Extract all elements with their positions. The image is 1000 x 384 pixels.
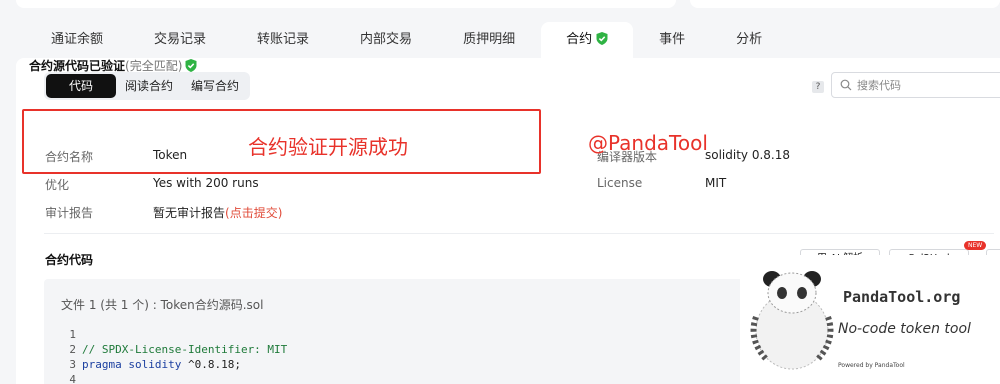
audit-label: 审计报告: [45, 206, 94, 220]
tab-label: 质押明细: [463, 32, 516, 47]
audit-status: 暂无审计报告: [153, 206, 226, 220]
top-card-right: [690, 0, 1000, 8]
code-line: 1: [62, 327, 287, 342]
audit-value: 暂无审计报告(点击提交): [153, 204, 282, 221]
code-text: ^0.8.18;: [181, 358, 241, 371]
tab-transfers[interactable]: 转账记录: [232, 22, 334, 58]
verified-shield-icon: [596, 32, 608, 45]
file-info: 文件 1 (共 1 个) : Token合约源码.sol: [61, 298, 264, 312]
tab-label: 通证余额: [51, 32, 104, 47]
tab-transactions[interactable]: 交易记录: [129, 22, 231, 58]
optimization-label: 优化: [45, 178, 70, 192]
segment-read-contract[interactable]: 阅读合约: [116, 74, 182, 98]
license-label: License: [597, 176, 643, 190]
code-line: 2 // SPDX-License-Identifier: MIT: [62, 342, 287, 357]
panda-logo-icon: [750, 271, 834, 370]
top-cards: [0, 0, 1000, 10]
brand-tagline: No-code token tool: [838, 321, 971, 337]
tab-internal-tx[interactable]: 内部交易: [335, 22, 437, 58]
line-number: 4: [69, 373, 76, 384]
line-number: 2: [69, 343, 76, 356]
tab-label: 交易记录: [154, 32, 207, 47]
watermark-text: @PandaTool: [588, 131, 708, 155]
code-section-title: 合约代码: [45, 253, 94, 267]
top-card-left: [16, 0, 676, 8]
search-icon: [840, 79, 852, 91]
code-block: 1 2 // SPDX-License-Identifier: MIT 3 prag…: [62, 327, 287, 384]
code-search-box[interactable]: [831, 72, 1000, 98]
code-keyword: pragma solidity: [82, 358, 182, 371]
verified-shield-icon: [185, 59, 197, 72]
verified-title: 合约源代码已验证: [29, 59, 126, 73]
segment-code[interactable]: 代码: [46, 74, 117, 98]
line-number: 1: [69, 328, 76, 341]
tab-label: 分析: [736, 32, 763, 47]
tab-contract[interactable]: 合约: [541, 22, 634, 58]
search-input[interactable]: [857, 78, 1000, 92]
code-view-switch: 代码 阅读合约 编写合约: [44, 72, 251, 100]
tab-label: 内部交易: [360, 32, 413, 47]
tab-label: 合约: [566, 32, 593, 47]
compiler-value: solidity 0.8.18: [705, 148, 791, 162]
line-number: 3: [69, 358, 76, 371]
segment-write-contract[interactable]: 编写合约: [182, 74, 248, 98]
optimization-value: Yes with 200 runs: [153, 176, 259, 190]
tab-token-balance[interactable]: 通证余额: [26, 22, 128, 58]
submit-audit-link[interactable]: (点击提交): [225, 206, 282, 220]
code-line: 4: [62, 372, 287, 384]
annotation-text: 合约验证开源成功: [248, 135, 408, 159]
code-line: 3 pragma solidity ^0.8.18;: [62, 357, 287, 372]
code-comment: // SPDX-License-Identifier: MIT: [82, 343, 288, 356]
tab-bar: 通证余额 交易记录 转账记录 内部交易 质押明细 合约 事件 分析: [26, 22, 788, 58]
brand-name: PandaTool.org: [843, 288, 961, 306]
help-icon[interactable]: ?: [812, 81, 824, 93]
tab-label: 转账记录: [257, 32, 310, 47]
verified-subtitle: (完全匹配): [125, 59, 183, 73]
tab-label: 事件: [659, 32, 686, 47]
tab-events[interactable]: 事件: [634, 22, 710, 58]
tab-staking[interactable]: 质押明细: [438, 22, 540, 58]
license-value: MIT: [705, 176, 727, 190]
section-divider: [44, 233, 994, 234]
new-badge: NEW: [964, 241, 987, 250]
verified-heading: 合约源代码已验证(完全匹配): [29, 57, 197, 74]
brand-powered-by: Powered by PandaTool: [838, 362, 905, 369]
tab-analytics[interactable]: 分析: [711, 22, 787, 58]
